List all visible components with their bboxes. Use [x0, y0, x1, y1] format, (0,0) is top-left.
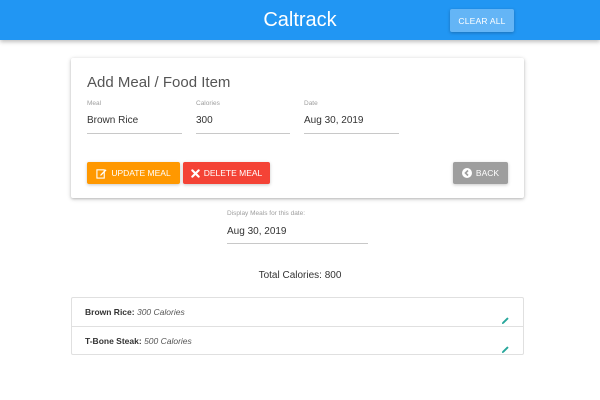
calories-field[interactable]: Calories 300: [196, 100, 290, 134]
clear-all-button[interactable]: CLEAR ALL: [450, 9, 514, 32]
display-date-label: Display Meals for this date:: [227, 210, 306, 217]
form-title: Add Meal / Food Item: [87, 74, 231, 91]
meal-calories: 300 Calories: [136, 307, 185, 317]
pencil-icon[interactable]: [501, 337, 510, 365]
date-field-label: Date: [304, 100, 318, 107]
list-item: Brown Rice: 300 Calories: [72, 298, 523, 326]
meal-name: Brown Rice:: [85, 307, 135, 317]
date-field[interactable]: Date Aug 30, 2019: [304, 100, 399, 134]
delete-meal-button[interactable]: DELETE MEAL: [183, 162, 270, 184]
update-meal-label: UPDATE MEAL: [111, 168, 171, 178]
delete-meal-label: DELETE MEAL: [203, 168, 263, 178]
meal-name: T-Bone Steak:: [85, 336, 142, 346]
display-date-field[interactable]: Display Meals for this date: Aug 30, 201…: [227, 210, 368, 244]
meal-calories: 500 Calories: [144, 336, 192, 346]
total-calories: Total Calories: 800: [258, 270, 342, 281]
back-label: BACK: [475, 168, 500, 178]
update-meal-button[interactable]: UPDATE MEAL: [87, 162, 180, 184]
close-icon: [190, 168, 200, 178]
meal-list: Brown Rice: 300 Calories T-Bone Steak: 5…: [71, 297, 524, 355]
navbar: Caltrack CLEAR ALL: [0, 0, 600, 40]
date-field-value[interactable]: Aug 30, 2019: [304, 115, 364, 126]
meal-field[interactable]: Meal Brown Rice: [87, 100, 182, 134]
list-item: T-Bone Steak: 500 Calories: [72, 326, 523, 354]
meal-field-label: Meal: [87, 100, 102, 107]
chevron-left-circle-icon: [461, 168, 472, 178]
meal-field-value[interactable]: Brown Rice: [87, 115, 138, 126]
back-button[interactable]: BACK: [453, 162, 508, 184]
edit-icon: [96, 168, 107, 179]
meal-form-card: Add Meal / Food Item Meal Brown Rice Cal…: [71, 58, 524, 198]
calories-field-label: Calories: [196, 100, 220, 107]
calories-field-value[interactable]: 300: [196, 115, 213, 126]
display-date-value[interactable]: Aug 30, 2019: [227, 226, 287, 237]
